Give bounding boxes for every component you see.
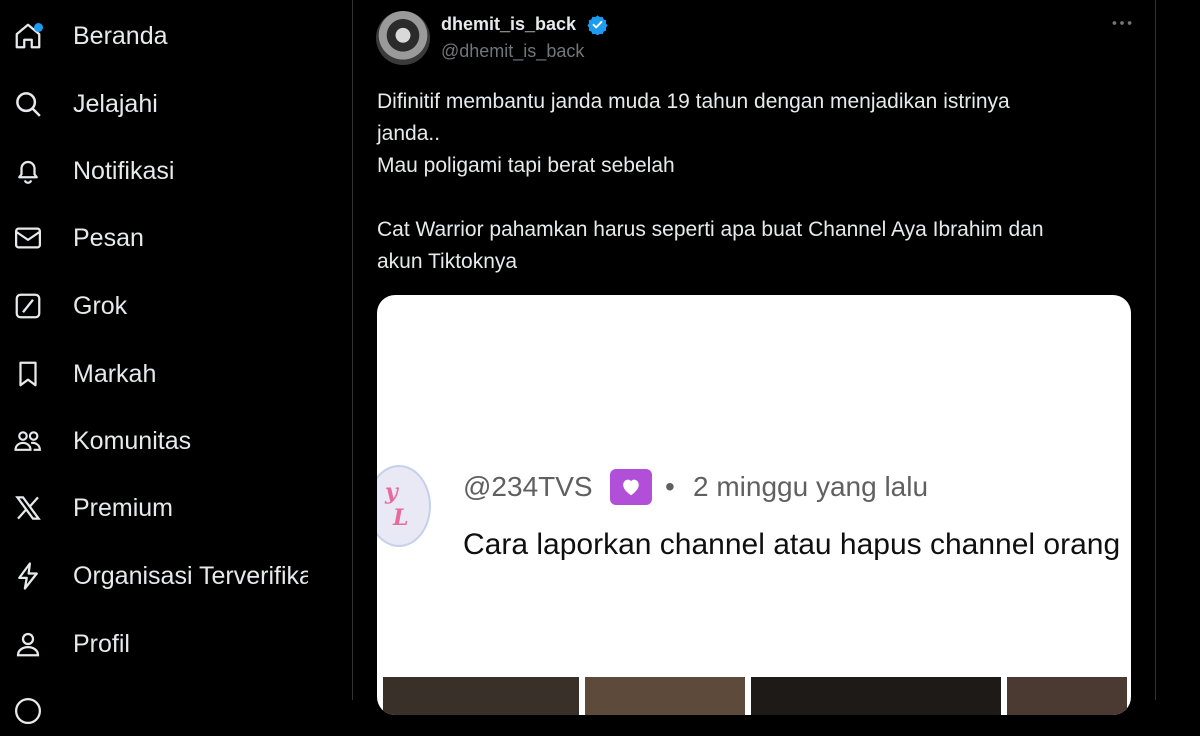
bell-icon [11,154,45,188]
verified-badge-icon [587,15,608,35]
sidebar-item-label: Beranda [73,21,168,50]
more-circle-icon [11,694,45,728]
notification-dot [34,23,43,32]
sidebar-item-grok[interactable]: Grok [0,281,340,331]
tweet-media-image[interactable]: y L @234TVS • 2 minggu yang lalu Cara la… [377,295,1131,715]
tweet-text-line: Difinitif membantu janda muda 19 tahun d… [377,90,1010,113]
user-handle[interactable]: @dhemit_is_back [441,41,584,62]
tweet-text-line: Cat Warrior pahamkan harus seperti apa b… [377,218,1044,241]
tweet-text: Difinitif membantu janda muda 19 tahun d… [377,86,1137,278]
sidebar-item-organisasi[interactable]: Organisasi Terverifikasi [0,551,340,601]
sidebar-item-beranda[interactable]: Beranda [0,11,340,61]
sidebar-item-label: Notifikasi [73,156,175,185]
sidebar-item-pesan[interactable]: Pesan [0,213,340,263]
sidebar-item-premium[interactable]: Premium [0,483,340,533]
sidebar-item-label: Jelajahi [73,89,158,118]
sidebar-item-profil[interactable]: Profil [0,619,340,669]
lightning-icon [11,559,45,593]
commenter-handle: @234TVS [463,471,593,502]
thumbnail [383,677,579,715]
x-logo-icon [11,491,45,525]
sidebar-item-label: Markah [73,359,157,388]
sidebar-item-label: Komunitas [73,426,192,455]
more-options-icon[interactable] [1109,10,1135,36]
column-divider [1155,0,1156,700]
comment-text: Cara laporkan channel atau hapus channel… [463,528,1121,561]
commenter-avatar: y L [377,465,431,547]
sidebar-item-jelajahi[interactable]: Jelajahi [0,79,340,129]
sidebar-item-markah[interactable]: Markah [0,349,340,399]
sidebar-item-label: Profil [73,629,130,658]
sidebar-item-notifikasi[interactable]: Notifikasi [0,146,340,196]
tweet-text-line [377,182,1137,214]
thumbnail [1007,677,1127,715]
avatar[interactable] [376,11,430,65]
tweet[interactable]: dhemit_is_back @dhemit_is_back Difinitif… [353,0,1155,715]
display-name[interactable]: dhemit_is_back [441,14,576,35]
tweet-text-line: akun Tiktoknya [377,250,518,273]
sidebar-item-komunitas[interactable]: Komunitas [0,416,340,466]
people-icon [11,424,45,458]
sidebar-item-more[interactable] [0,686,340,736]
sidebar-item-label: Organisasi Terverifikasi [73,561,308,590]
bookmark-icon [11,357,45,391]
thumbnail-strip [383,677,1127,715]
thumbnail [585,677,745,715]
tweet-text-line: Mau poligami tapi berat sebelah [377,154,675,177]
user-icon [11,627,45,661]
sidebar-item-label: Grok [73,291,128,320]
sidebar-item-label: Pesan [73,223,144,252]
tweet-text-line: janda.. [377,122,441,145]
envelope-icon [11,221,45,255]
sidebar-nav: Beranda Jelajahi Notifikasi Pesan Grok M… [0,0,352,724]
thumbnail [751,677,1001,715]
separator-dot: • [665,471,675,502]
search-icon [11,87,45,121]
comment-time: 2 minggu yang lalu [693,471,929,502]
sidebar-item-label: Premium [73,493,174,522]
grok-icon [11,289,45,323]
heart-badge-icon [610,469,652,505]
